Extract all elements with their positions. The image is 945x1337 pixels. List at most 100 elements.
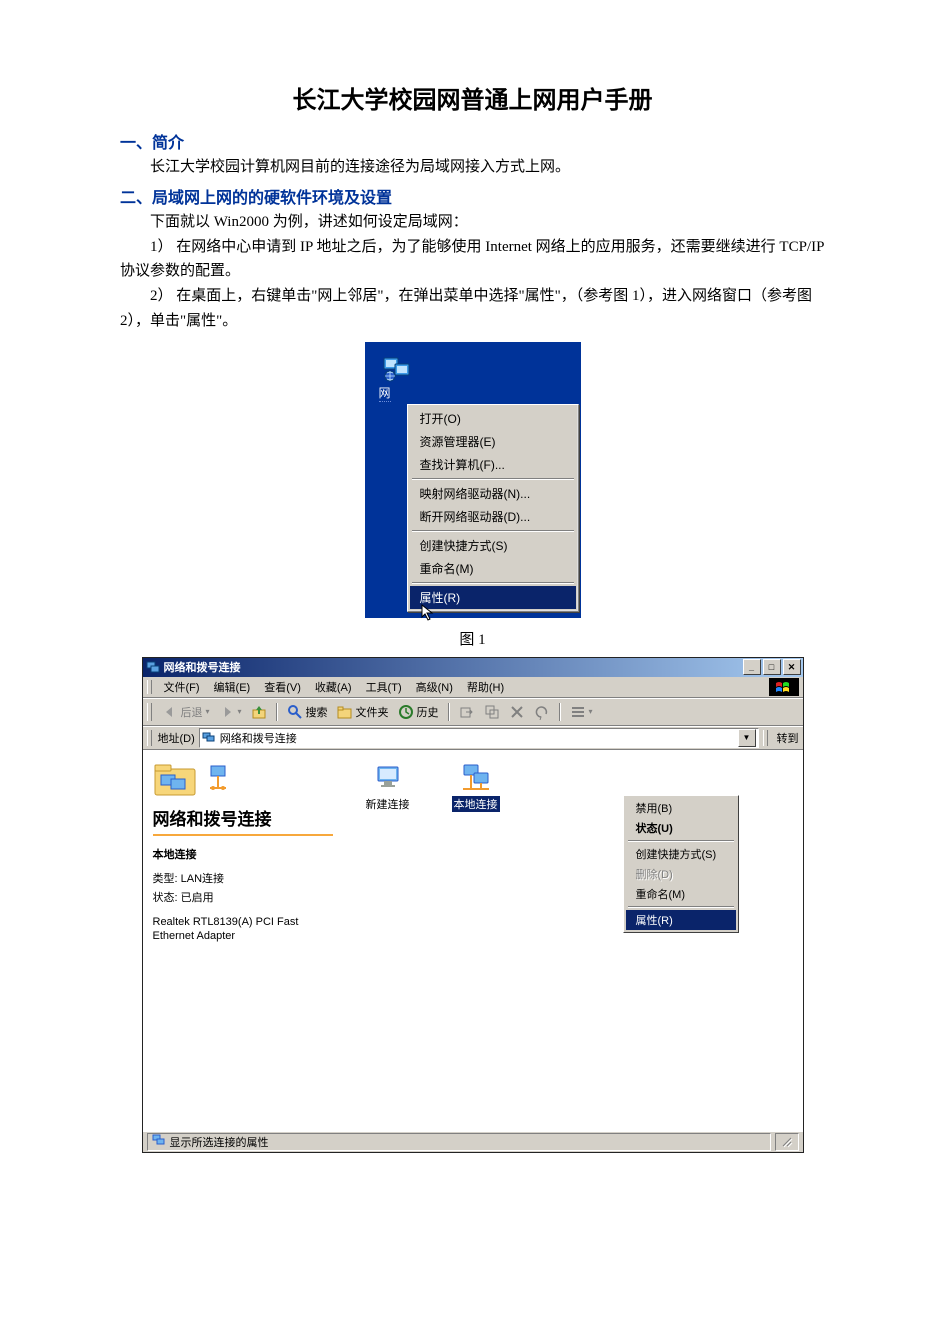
- menu-advanced[interactable]: 高级(N): [410, 677, 459, 697]
- status-text-cell: 显示所选连接的属性: [147, 1133, 771, 1151]
- local-connection-icon: [460, 761, 492, 793]
- menu-view[interactable]: 查看(V): [258, 677, 307, 697]
- toolbar-handle[interactable]: [763, 730, 768, 746]
- menu-edit[interactable]: 编辑(E): [208, 677, 257, 697]
- copy-to-icon: [484, 704, 500, 720]
- figure-1-desktop: 网 打开(O) 资源管理器(E) 查找计算机(F)... 映射网络驱动器(N).…: [365, 342, 581, 618]
- minimize-button[interactable]: _: [743, 659, 761, 675]
- section-2-heading: 二、局域网上网的的硬软件环境及设置: [120, 184, 825, 208]
- toolbar-handle[interactable]: [147, 680, 152, 694]
- move-to-icon: [459, 704, 475, 720]
- network-neighborhood-icon[interactable]: [381, 352, 413, 384]
- forward-button[interactable]: ▾: [216, 702, 245, 722]
- toolbar-handle[interactable]: [147, 730, 152, 746]
- figure-2-container: 网络和拨号连接 _ □ ✕ 文件(F) 编辑(E) 查看(V) 收藏(A) 工具…: [120, 657, 825, 1153]
- toolbar-separator: [448, 703, 450, 721]
- address-input[interactable]: 网络和拨号连接 ▼: [199, 728, 759, 748]
- section-1-heading: 一、简介: [120, 129, 825, 153]
- menu-bar: 文件(F) 编辑(E) 查看(V) 收藏(A) 工具(T) 高级(N) 帮助(H…: [143, 677, 803, 698]
- folder-title: 网络和拨号连接: [153, 805, 333, 836]
- ctx-properties[interactable]: 属性(R): [626, 910, 736, 930]
- menu-favorites[interactable]: 收藏(A): [309, 677, 358, 697]
- document-page: 长江大学校园网普通上网用户手册 一、简介 长江大学校园计算机网目前的连接途径为局…: [0, 0, 945, 1193]
- figure-1-caption: 图 1: [120, 628, 825, 649]
- ctx-disable[interactable]: 禁用(B): [626, 798, 736, 818]
- menu-item-explorer[interactable]: 资源管理器(E): [410, 430, 576, 453]
- back-button[interactable]: 后退 ▾: [159, 702, 213, 722]
- menu-item-map-drive[interactable]: 映射网络驱动器(N)...: [410, 482, 576, 505]
- folder-icon: [202, 731, 216, 745]
- section-2-paragraph-3: 2） 在桌面上，右键单击"网上邻居"，在弹出菜单中选择"属性"，（参考图 1），…: [120, 284, 825, 334]
- resize-grip[interactable]: [775, 1133, 799, 1151]
- section-2-paragraph-1: 下面就以 Win2000 为例，讲述如何设定局域网：: [120, 210, 825, 235]
- back-icon: [162, 704, 178, 720]
- menu-separator: [628, 840, 734, 842]
- ctx-delete: 删除(D): [626, 864, 736, 884]
- close-button[interactable]: ✕: [783, 659, 801, 675]
- folder-hero: [153, 759, 333, 799]
- address-bar: 地址(D) 网络和拨号连接 ▼ 转到: [143, 726, 803, 750]
- window-icon: [146, 660, 160, 674]
- go-button[interactable]: 转到: [774, 730, 799, 746]
- search-icon: [287, 704, 303, 720]
- ctx-status[interactable]: 状态(U): [626, 818, 736, 838]
- search-button[interactable]: 搜索: [284, 702, 331, 722]
- menu-item-find-computer[interactable]: 查找计算机(F)...: [410, 453, 576, 476]
- menu-item-create-shortcut[interactable]: 创建快捷方式(S): [410, 534, 576, 557]
- status-bar: 显示所选连接的属性: [143, 1131, 803, 1152]
- network-folder-icon: [153, 759, 199, 799]
- new-connection-icon: [372, 761, 404, 793]
- status-row: 状态: 已启用: [153, 889, 333, 905]
- menu-item-rename[interactable]: 重命名(M): [410, 557, 576, 580]
- up-button[interactable]: [248, 702, 270, 722]
- network-neighborhood-label: 网: [379, 384, 391, 402]
- views-icon: [570, 704, 586, 720]
- menu-separator: [412, 582, 574, 584]
- maximize-button[interactable]: □: [763, 659, 781, 675]
- menu-file[interactable]: 文件(F): [158, 677, 206, 697]
- adapter-name: Realtek RTL8139(A) PCI Fast Ethernet Ada…: [153, 915, 333, 944]
- folder-up-icon: [251, 704, 267, 720]
- left-info-panel: 网络和拨号连接 本地连接 类型: LAN连接 状态: 已启用 Realtek R…: [143, 751, 343, 1131]
- section-2-paragraph-2: 1） 在网络中心申请到 IP 地址之后，为了能够使用 Internet 网络上的…: [120, 235, 825, 285]
- window-titlebar[interactable]: 网络和拨号连接 _ □ ✕: [143, 658, 803, 677]
- views-button[interactable]: ▾: [567, 702, 596, 722]
- toolbar-separator: [276, 703, 278, 721]
- context-menu: 打开(O) 资源管理器(E) 查找计算机(F)... 映射网络驱动器(N)...…: [407, 404, 579, 612]
- menu-help[interactable]: 帮助(H): [461, 677, 510, 697]
- menu-item-open[interactable]: 打开(O): [410, 407, 576, 430]
- address-dropdown-button[interactable]: ▼: [738, 729, 756, 747]
- new-connection-label: 新建连接: [364, 796, 412, 812]
- local-connection-item[interactable]: 本地连接: [441, 761, 511, 812]
- status-text: 显示所选连接的属性: [170, 1134, 269, 1150]
- address-value: 网络和拨号连接: [220, 730, 297, 746]
- section-1-paragraph: 长江大学校园计算机网目前的连接途径为局域网接入方式上网。: [120, 155, 825, 180]
- toolbar-separator: [559, 703, 561, 721]
- new-connection-item[interactable]: 新建连接: [353, 761, 423, 812]
- folders-icon: [337, 704, 353, 720]
- copy-to-button[interactable]: [481, 702, 503, 722]
- folders-button[interactable]: 文件夹: [334, 702, 392, 722]
- ctx-rename[interactable]: 重命名(M): [626, 884, 736, 904]
- menu-item-disconnect-drive[interactable]: 断开网络驱动器(D)...: [410, 505, 576, 528]
- toolbar: 后退 ▾ ▾ 搜索 文件夹 历史: [143, 698, 803, 726]
- doc-title: 长江大学校园网普通上网用户手册: [120, 80, 825, 115]
- ctx-create-shortcut[interactable]: 创建快捷方式(S): [626, 844, 736, 864]
- move-to-button[interactable]: [456, 702, 478, 722]
- content-area: 网络和拨号连接 本地连接 类型: LAN连接 状态: 已启用 Realtek R…: [143, 750, 803, 1131]
- undo-button[interactable]: [531, 702, 553, 722]
- selected-item-name: 本地连接: [153, 846, 333, 862]
- history-button[interactable]: 历史: [395, 702, 442, 722]
- explorer-window: 网络和拨号连接 _ □ ✕ 文件(F) 编辑(E) 查看(V) 收藏(A) 工具…: [142, 657, 804, 1153]
- toolbar-handle[interactable]: [147, 703, 152, 721]
- windows-logo-icon: [769, 678, 799, 696]
- menu-tools[interactable]: 工具(T): [360, 677, 408, 697]
- address-label: 地址(D): [158, 730, 195, 746]
- delete-icon: [509, 704, 525, 720]
- delete-button[interactable]: [506, 702, 528, 722]
- undo-icon: [534, 704, 550, 720]
- menu-separator: [412, 478, 574, 480]
- status-icon: [152, 1133, 166, 1150]
- type-row: 类型: LAN连接: [153, 870, 333, 886]
- icon-view[interactable]: 新建连接 本地连接 禁用(B) 状态(U) 创建快捷方式: [343, 751, 803, 1131]
